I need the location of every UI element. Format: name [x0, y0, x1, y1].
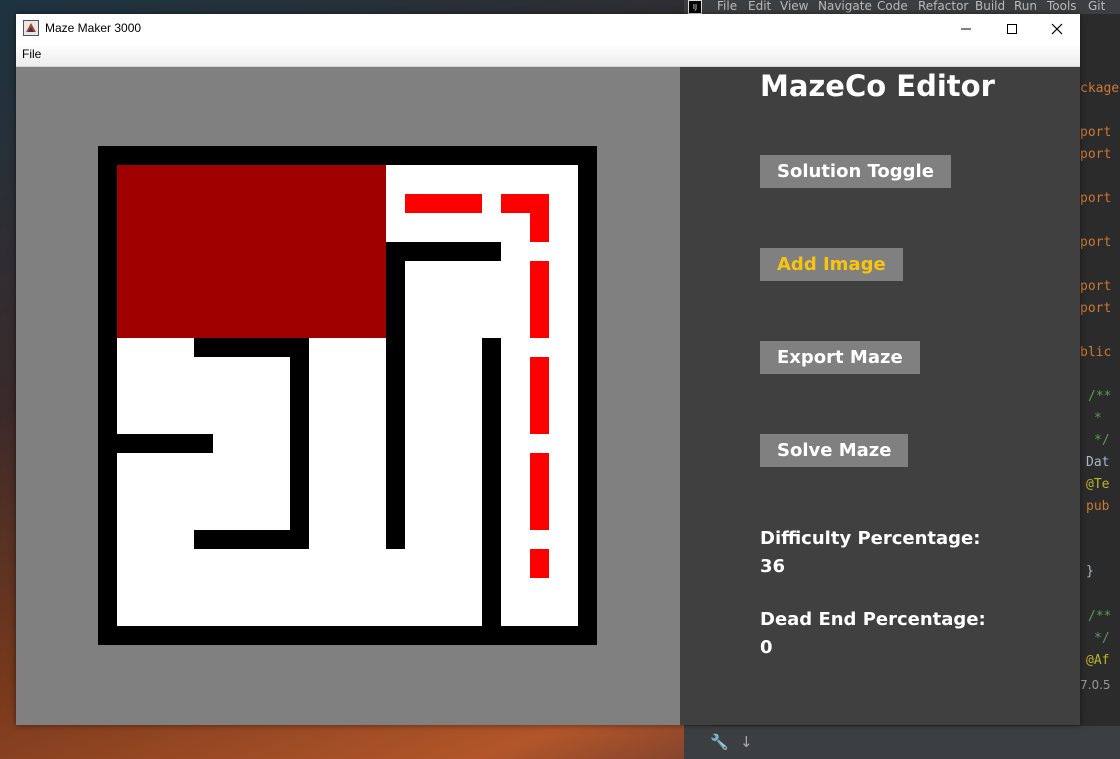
code-fragment: /**: [1088, 389, 1112, 404]
code-fragment: /**: [1088, 609, 1112, 624]
ide-menu-item[interactable]: Git: [1088, 0, 1105, 13]
code-fragment: *: [1094, 411, 1102, 426]
export-maze-button[interactable]: Export Maze: [760, 341, 920, 374]
arrow-down-icon[interactable]: ↓: [740, 733, 753, 751]
solution-path-segment: [530, 261, 549, 338]
solution-path-segment: [405, 194, 482, 213]
title-bar[interactable]: Maze Maker 3000: [16, 14, 1080, 44]
code-fragment: ckage: [1080, 81, 1120, 96]
maze-wall: [117, 434, 213, 453]
maze-image-block: [117, 165, 386, 338]
menu-bar: File: [16, 44, 1080, 67]
maze-wall: [194, 530, 309, 549]
minimize-icon: [961, 28, 971, 30]
solve-maze-button[interactable]: Solve Maze: [760, 434, 909, 467]
ide-menu-item[interactable]: Code: [877, 0, 908, 13]
solution-path-segment: [530, 453, 549, 530]
code-fragment: }: [1086, 564, 1094, 579]
menu-file[interactable]: File: [22, 47, 41, 61]
code-fragment: Dat: [1086, 455, 1110, 470]
code-fragment: pub: [1086, 499, 1110, 514]
ide-menubar: IJ File Edit View Navigate Code Refactor…: [684, 0, 1120, 14]
solution-path-segment: [530, 194, 549, 242]
maze-canvas-area[interactable]: [16, 67, 680, 725]
maze-wall: [482, 338, 501, 626]
dead-end-label: Dead End Percentage:: [760, 609, 986, 630]
difficulty-label: Difficulty Percentage:: [760, 528, 981, 549]
add-image-button[interactable]: Add Image: [760, 248, 903, 281]
editor-side-panel: MazeCo Editor Solution Toggle Add Image …: [680, 67, 1080, 725]
solution-path-segment: [530, 549, 549, 578]
code-fragment: port: [1080, 147, 1112, 162]
window-title: Maze Maker 3000: [45, 21, 142, 35]
close-button[interactable]: [1034, 14, 1080, 44]
difficulty-value: 36: [760, 556, 786, 577]
solution-toggle-button[interactable]: Solution Toggle: [760, 155, 951, 188]
ide-menu-item[interactable]: Refactor: [918, 0, 968, 13]
code-fragment: @Te: [1086, 477, 1110, 492]
code-fragment: */: [1094, 433, 1110, 448]
java-app-icon: [23, 20, 39, 36]
ide-logo-icon: IJ: [688, 0, 702, 14]
code-fragment: */: [1094, 631, 1110, 646]
ide-menu-item[interactable]: View: [780, 0, 808, 13]
ide-bottom-toolbar: 🔧 ↓: [684, 726, 1120, 759]
ide-menu-item[interactable]: Run: [1014, 0, 1037, 13]
solution-path-segment: [530, 357, 549, 434]
maximize-icon: [1007, 24, 1017, 34]
ide-menu-item[interactable]: File: [717, 0, 737, 13]
dead-end-value: 0: [760, 637, 773, 658]
maze-wall: [290, 338, 309, 549]
maze-wall: [386, 242, 405, 549]
panel-title: MazeCo Editor: [760, 69, 995, 103]
wrench-icon[interactable]: 🔧: [710, 733, 729, 751]
ide-menu-item[interactable]: Tools: [1047, 0, 1077, 13]
minimize-button[interactable]: [943, 14, 989, 44]
ide-status-text: 7.0.5: [1080, 678, 1111, 692]
code-fragment: port: [1080, 279, 1112, 294]
maze-maker-window: Maze Maker 3000 File MazeCo Editor Solut…: [16, 14, 1080, 725]
ide-menu-item[interactable]: Navigate: [818, 0, 872, 13]
code-fragment: port: [1080, 125, 1112, 140]
code-fragment: port: [1080, 191, 1112, 206]
close-icon: [1051, 23, 1063, 35]
code-fragment: blic: [1080, 345, 1112, 360]
ide-code-editor: ckage port port port port port port blic…: [1080, 14, 1120, 674]
code-fragment: port: [1080, 235, 1112, 250]
ide-menu-item[interactable]: Build: [975, 0, 1005, 13]
maze-grid[interactable]: [98, 146, 597, 645]
code-fragment: @Af: [1086, 653, 1110, 668]
code-fragment: port: [1080, 301, 1112, 316]
ide-menu-item[interactable]: Edit: [748, 0, 771, 13]
maximize-button[interactable]: [989, 14, 1035, 44]
